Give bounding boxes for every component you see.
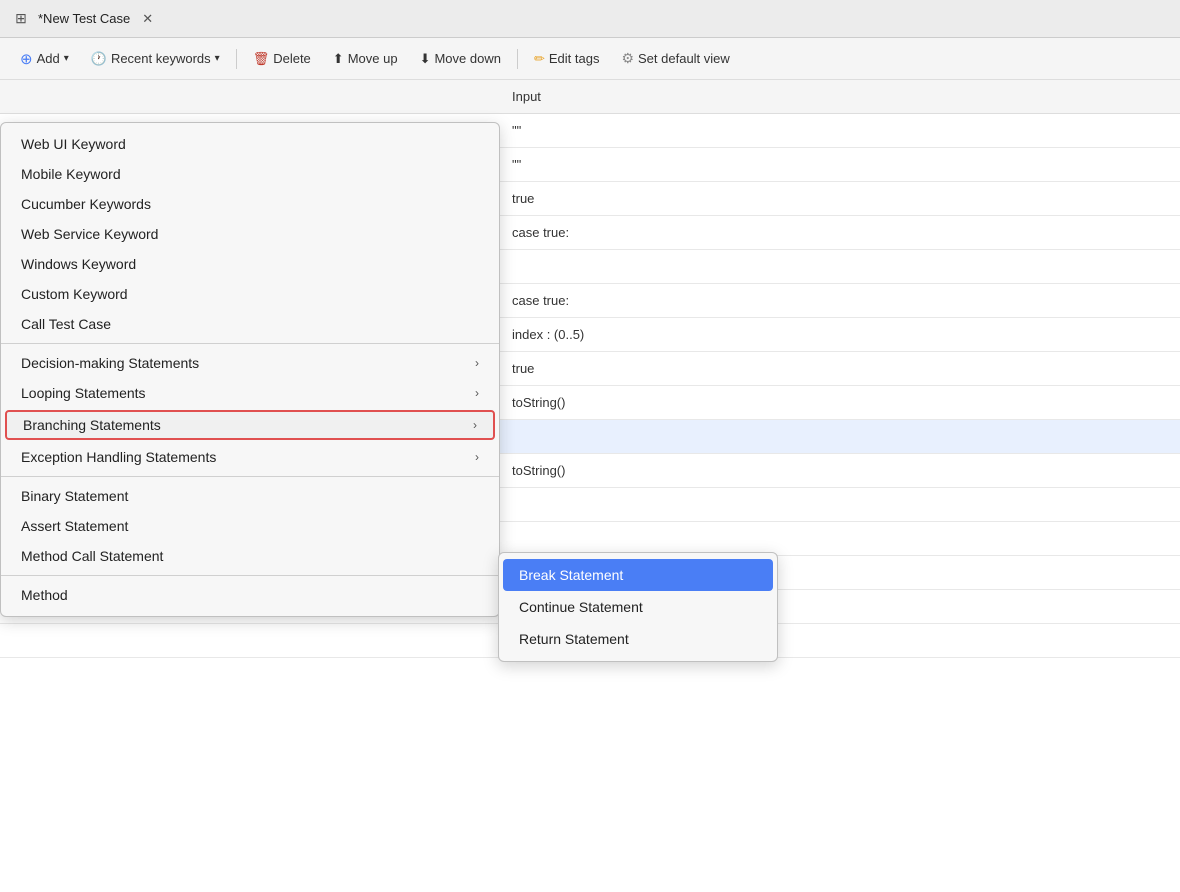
submenu-item-return-statement[interactable]: Return Statement xyxy=(499,623,777,655)
move-up-button[interactable]: ⬆ Move up xyxy=(325,47,406,71)
set-default-view-button[interactable]: ⚙ Set default view xyxy=(613,46,737,71)
submenu-chevron-icon: › xyxy=(475,450,479,464)
delete-button[interactable]: 🗑 Delete xyxy=(245,47,319,71)
menu-item-web-ui-keyword[interactable]: Web UI Keyword xyxy=(1,129,499,159)
row-input: case true: xyxy=(500,225,1180,240)
row-input: true xyxy=(500,361,1180,376)
menu-item-decision-making[interactable]: Decision-making Statements › xyxy=(1,348,499,378)
title-bar-title: *New Test Case xyxy=(38,11,130,26)
menu-item-label: Binary Statement xyxy=(21,488,128,504)
menu-item-label: Method Call Statement xyxy=(21,548,163,564)
delete-label: Delete xyxy=(273,51,311,66)
move-down-button[interactable]: ⬇ Move down xyxy=(412,47,509,71)
submenu-item-label: Break Statement xyxy=(519,567,623,583)
move-up-icon: ⬆ xyxy=(333,51,344,67)
recent-keywords-button[interactable]: 🕐 Recent keywords ▾ xyxy=(83,47,228,71)
edit-tags-icon: ✏ xyxy=(534,51,545,67)
menu-item-label: Custom Keyword xyxy=(21,286,128,302)
menu-item-cucumber-keywords[interactable]: Cucumber Keywords xyxy=(1,189,499,219)
toolbar: ⊕ Add ▾ 🕐 Recent keywords ▾ 🗑 Delete ⬆ M… xyxy=(0,38,1180,80)
submenu-chevron-icon: › xyxy=(475,386,479,400)
add-chevron-icon: ▾ xyxy=(64,53,69,64)
menu-item-call-test-case[interactable]: Call Test Case xyxy=(1,309,499,339)
title-bar-close-icon[interactable]: ✕ xyxy=(142,11,153,27)
menu-item-looping[interactable]: Looping Statements › xyxy=(1,378,499,408)
dropdown-overlay: Web UI Keyword Mobile Keyword Cucumber K… xyxy=(0,122,500,617)
menu-item-label: Cucumber Keywords xyxy=(21,196,151,212)
header-input: Input xyxy=(500,89,1180,104)
move-down-icon: ⬇ xyxy=(420,51,431,67)
menu-item-label: Mobile Keyword xyxy=(21,166,121,182)
menu-item-label: Method xyxy=(21,587,68,603)
submenu-chevron-icon: › xyxy=(475,356,479,370)
move-down-label: Move down xyxy=(434,51,500,66)
menu-item-assert-statement[interactable]: Assert Statement xyxy=(1,511,499,541)
row-input: case true: xyxy=(500,293,1180,308)
submenu-item-label: Return Statement xyxy=(519,631,629,647)
menu-item-label: Looping Statements xyxy=(21,385,146,401)
menu-item-label: Call Test Case xyxy=(21,316,111,332)
recent-chevron-icon: ▾ xyxy=(215,53,220,64)
row-input: index : (0..5) xyxy=(500,327,1180,342)
menu-separator-1 xyxy=(1,343,499,344)
title-bar-icon: ⊞ xyxy=(12,10,30,28)
menu-item-label: Exception Handling Statements xyxy=(21,449,216,465)
menu-item-label: Windows Keyword xyxy=(21,256,136,272)
menu-item-method-call-statement[interactable]: Method Call Statement xyxy=(1,541,499,571)
row-input: toString() xyxy=(500,463,1180,478)
toolbar-separator-1 xyxy=(236,49,237,69)
menu-item-label: Decision-making Statements xyxy=(21,355,199,371)
add-label: Add xyxy=(37,51,60,66)
menu-item-mobile-keyword[interactable]: Mobile Keyword xyxy=(1,159,499,189)
row-input: "" xyxy=(500,123,1180,138)
move-up-label: Move up xyxy=(348,51,398,66)
menu-item-windows-keyword[interactable]: Windows Keyword xyxy=(1,249,499,279)
edit-tags-label: Edit tags xyxy=(549,51,600,66)
menu-item-label: Branching Statements xyxy=(23,417,161,433)
set-default-view-label: Set default view xyxy=(638,51,730,66)
add-button[interactable]: ⊕ Add ▾ xyxy=(12,46,77,72)
title-bar: ⊞ *New Test Case ✕ xyxy=(0,0,1180,38)
recent-keywords-icon: 🕐 xyxy=(91,51,107,67)
submenu-item-break-statement[interactable]: Break Statement xyxy=(503,559,773,591)
menu-item-label: Web Service Keyword xyxy=(21,226,158,242)
row-input: toString() xyxy=(500,395,1180,410)
menu-item-label: Assert Statement xyxy=(21,518,128,534)
menu-item-method[interactable]: Method xyxy=(1,580,499,610)
row-input: "" xyxy=(500,157,1180,172)
menu-separator-2 xyxy=(1,476,499,477)
submenu-branching: Break Statement Continue Statement Retur… xyxy=(498,552,778,662)
edit-tags-button[interactable]: ✏ Edit tags xyxy=(526,47,608,71)
add-icon: ⊕ xyxy=(20,50,33,68)
delete-icon: 🗑 xyxy=(253,51,270,67)
set-default-view-icon: ⚙ xyxy=(621,50,634,67)
toolbar-separator-2 xyxy=(517,49,518,69)
menu-separator-3 xyxy=(1,575,499,576)
submenu-item-label: Continue Statement xyxy=(519,599,643,615)
row-input: true xyxy=(500,191,1180,206)
menu-item-branching[interactable]: Branching Statements › xyxy=(5,410,495,440)
dropdown-menu: Web UI Keyword Mobile Keyword Cucumber K… xyxy=(0,122,500,617)
menu-item-exception-handling[interactable]: Exception Handling Statements › xyxy=(1,442,499,472)
menu-item-web-service-keyword[interactable]: Web Service Keyword xyxy=(1,219,499,249)
menu-item-label: Web UI Keyword xyxy=(21,136,126,152)
submenu-item-continue-statement[interactable]: Continue Statement xyxy=(499,591,777,623)
submenu-chevron-icon: › xyxy=(473,418,477,432)
recent-keywords-label: Recent keywords xyxy=(111,51,211,66)
menu-item-binary-statement[interactable]: Binary Statement xyxy=(1,481,499,511)
menu-item-custom-keyword[interactable]: Custom Keyword xyxy=(1,279,499,309)
main-content: Input "" "" true case true: t_mapinput c… xyxy=(0,80,1180,892)
table-header: Input xyxy=(0,80,1180,114)
